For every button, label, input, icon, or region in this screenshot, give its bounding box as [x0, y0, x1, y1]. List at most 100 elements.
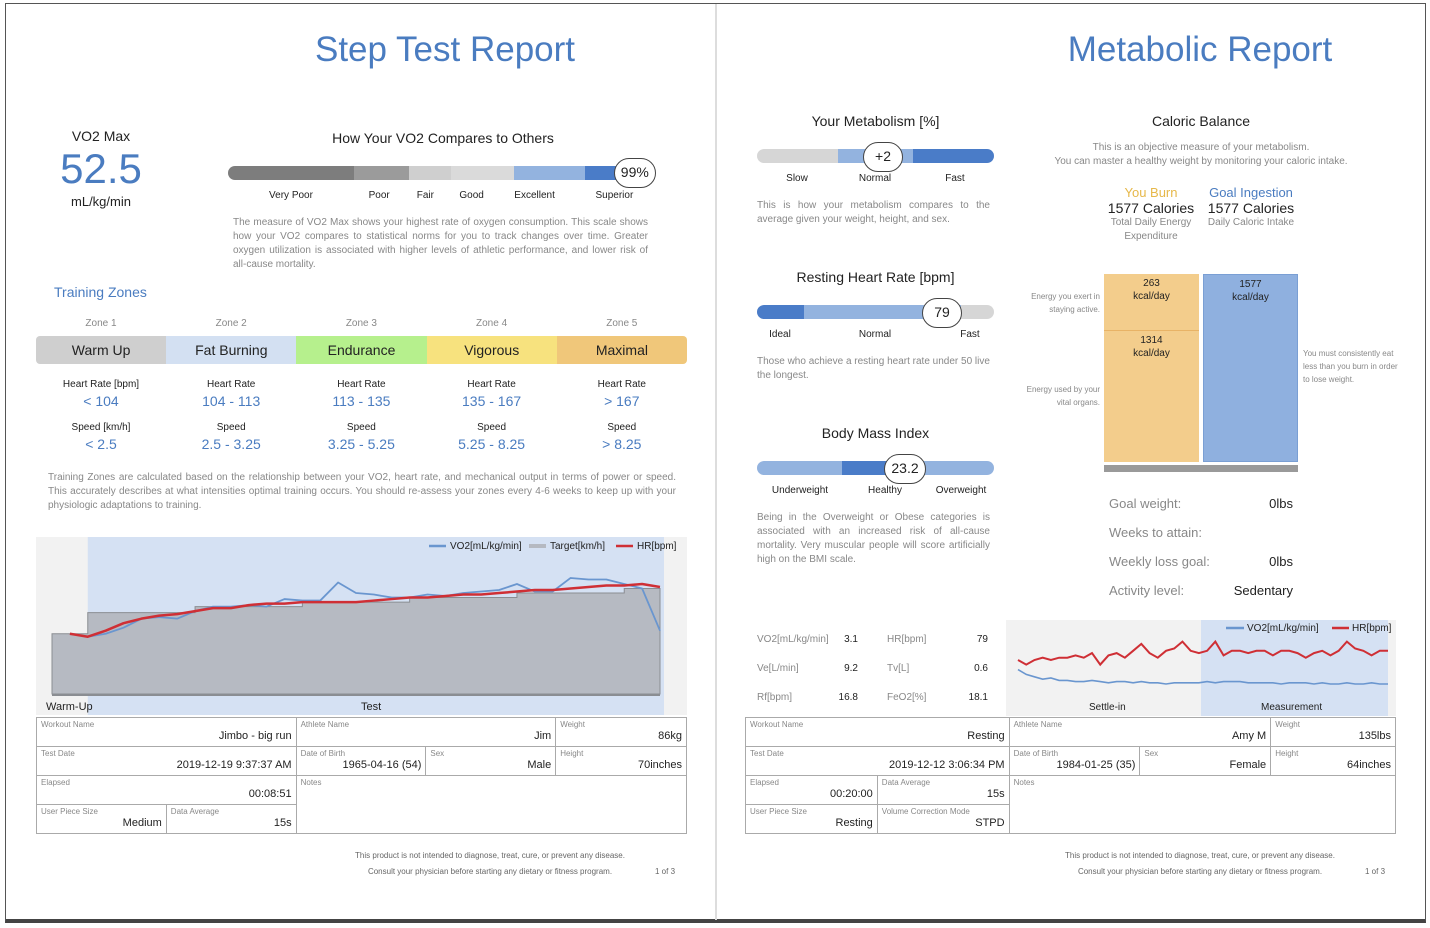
gauge-label: Fast: [960, 329, 980, 340]
kcal-unit: kcal/day: [1133, 291, 1170, 302]
cell-label: Workout Name: [750, 720, 804, 729]
cell-label: Athlete Name: [300, 720, 350, 729]
hr-label: Heart Rate [bpm]: [62, 379, 140, 390]
test-date-value: 2019-12-12 3:06:34 PM: [889, 759, 1005, 771]
stat-value: 0.6: [974, 663, 988, 674]
you-burn-block: You Burn 1577 Calories Total Daily Energ…: [1100, 185, 1202, 244]
hr-range: > 167: [604, 393, 640, 409]
compare-description: The measure of VO2 Max shows your highes…: [233, 217, 648, 270]
weight-value: 86kg: [658, 730, 682, 742]
phase-label-settle: Settle-in: [1089, 702, 1126, 713]
gauge-label: Excellent: [514, 190, 555, 201]
goal-label: Goal weight:: [1109, 496, 1182, 511]
kcal-value: 263: [1143, 278, 1160, 289]
volume-mode-value: STPD: [975, 817, 1005, 829]
athlete-name-value: Amy M: [1231, 730, 1267, 742]
hr-range: 135 - 167: [462, 393, 522, 409]
hr-label: Heart Rate: [337, 379, 386, 390]
stat-value: 18.1: [968, 692, 988, 703]
cell-label: Volume Correction Mode: [881, 807, 970, 816]
bmi-bubble: 23.2: [884, 454, 926, 484]
height-value: 70inches: [637, 759, 682, 771]
athlete-name-value: Jim: [534, 730, 552, 742]
goal-ingestion-label: Goal Ingestion: [1209, 185, 1293, 200]
stat-value: 16.8: [838, 692, 858, 703]
data-average-cell: Data Average 15s: [876, 775, 1010, 805]
gauge-label: Underweight: [771, 485, 829, 496]
stat-value: 3.1: [844, 634, 858, 645]
height-cell: Height 70inches: [555, 746, 687, 776]
hr-label: Heart Rate: [467, 379, 516, 390]
gauge-label: Overweight: [935, 485, 987, 496]
goal-ingestion-block: Goal Ingestion 1577 Calories Daily Calor…: [1200, 185, 1302, 230]
you-burn-label: You Burn: [1124, 185, 1178, 200]
notes-cell: Notes: [1008, 775, 1397, 834]
data-average-value: 15s: [273, 817, 292, 829]
metabolic-info-table: Workout Name Resting Athlete Name Amy M We…: [745, 717, 1397, 834]
goal-label: Weeks to attain:: [1109, 525, 1202, 540]
elapsed-value: 00:08:51: [248, 788, 292, 800]
vo2max-panel: VO2 Max 52.5 mL/kg/min: [40, 128, 162, 209]
workout-name-value: Resting: [967, 730, 1005, 742]
speed-range: < 2.5: [85, 436, 117, 452]
metabolism-heading: Your Metabolism [%]: [811, 113, 940, 129]
phase-label-warmup: Warm-Up: [46, 701, 93, 713]
disclaimer-line-2: Consult your physician before starting a…: [367, 867, 613, 876]
page-number: 1 of 3: [655, 867, 676, 876]
hr-label: Heart Rate: [207, 379, 256, 390]
notes-cell: Notes: [295, 775, 688, 834]
zone-number: Zone 3: [345, 318, 377, 329]
bmi-description: Being in the Overweight or Obese categor…: [757, 512, 990, 565]
page-number: 1 of 3: [1365, 867, 1386, 876]
caloric-heading: Caloric Balance: [1151, 113, 1251, 129]
organ-energy-bar: 1314 kcal/day: [1104, 331, 1199, 462]
caloric-sub2: You can master a healthy weight by monit…: [1054, 156, 1348, 167]
cell-label: Height: [1275, 749, 1299, 758]
test-date-value: 2019-12-19 9:37:37 AM: [176, 759, 292, 771]
resting-hr-heading: Resting Heart Rate [bpm]: [796, 269, 955, 285]
cell-label: Elapsed: [41, 778, 70, 787]
gauge-label: Normal: [858, 173, 892, 184]
workout-name-cell: Workout Name Resting: [745, 717, 1010, 747]
cell-label: Date of Birth: [300, 749, 346, 758]
gauge-label: Healthy: [868, 485, 902, 496]
metabolism-bubble: +2: [863, 142, 903, 172]
phase-label-measurement: Measurement: [1261, 702, 1322, 713]
intake-bar: 1577 kcal/day: [1203, 274, 1298, 462]
bmi-heading: Body Mass Index: [821, 425, 930, 441]
goal-value: 0lbs: [1269, 496, 1293, 511]
speed-range: 5.25 - 8.25: [458, 436, 526, 452]
goal-label: Activity level:: [1109, 583, 1185, 598]
speed-label: Speed [km/h]: [71, 422, 131, 433]
hr-range: 113 - 135: [332, 393, 391, 409]
speed-range: 3.25 - 5.25: [327, 436, 395, 452]
cell-label: Weight: [1275, 720, 1300, 729]
speed-label: Speed: [346, 422, 376, 433]
cell-label: Notes: [300, 778, 322, 787]
metabolic-chart: VO2[mL/kg/min] HR[bpm] Settle-in Measuremen…: [1006, 620, 1396, 716]
gauge-segment-ideal: [757, 305, 805, 319]
stat-label: FeO2[%]: [887, 692, 927, 703]
gauge-segment: [228, 166, 354, 180]
sex-value: Female: [1229, 759, 1267, 771]
gauge-segment-fast: [913, 149, 994, 163]
weight-value: 135lbs: [1358, 730, 1391, 742]
gauge-segment-slow: [757, 149, 838, 163]
disclaimer-line-1: This product is not intended to diagnose…: [355, 851, 625, 860]
zones-description: Training Zones are calculated based on t…: [48, 472, 676, 511]
cell-label: Weight: [560, 720, 585, 729]
percentile-bubble: 99%: [613, 158, 656, 188]
compare-heading: How Your VO2 Compares to Others: [332, 130, 554, 146]
gauge-segment: [408, 166, 451, 180]
you-burn-desc: Total Daily Energy Expenditure: [1110, 217, 1192, 242]
piece-size-value: Resting: [835, 817, 873, 829]
speed-label: Speed: [216, 422, 246, 433]
vo2max-value: 52.5: [60, 145, 142, 192]
vo2max-unit: mL/kg/min: [71, 194, 131, 209]
elapsed-cell: Elapsed 00:20:00: [745, 775, 878, 805]
bmi-gauge: [757, 461, 994, 475]
zone-number: Zone 1: [85, 318, 117, 329]
stat-label: Tv[L]: [887, 663, 910, 674]
gauge-segment-underweight: [757, 461, 843, 475]
metabolic-title: Metabolic Report: [1067, 30, 1333, 69]
